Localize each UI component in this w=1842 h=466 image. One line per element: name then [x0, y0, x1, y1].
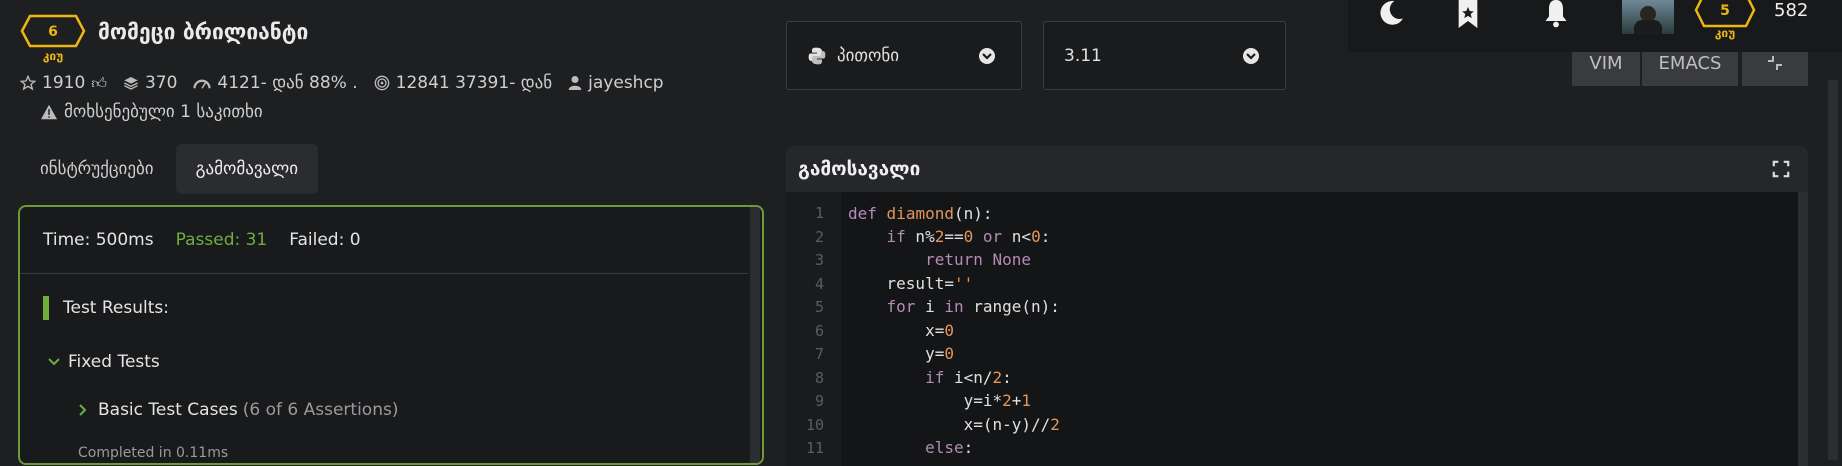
attempts-stat[interactable]: 12841 37391- დან — [374, 73, 553, 93]
author-name: jayeshcp — [588, 73, 664, 93]
completed-label: Completed in 0.11ms — [78, 445, 229, 461]
layers-icon — [123, 77, 138, 90]
version-value: 3.11 — [1064, 45, 1102, 66]
completed-count: 4121- დან 88% . — [217, 73, 358, 93]
bell-icon[interactable] — [1541, 0, 1571, 28]
failed-label: Failed: 0 — [289, 230, 361, 250]
user-rank-badge[interactable]: 5 კიუ — [1694, 0, 1756, 40]
language-select[interactable]: პითონი — [786, 21, 1022, 90]
code-line: def diamond(n): — [848, 204, 993, 223]
basic-test-cases-label: Basic Test Cases — [98, 400, 238, 420]
issues-link[interactable]: მოხსენებული 1 საკითხი — [40, 102, 263, 122]
tab-output[interactable]: გამომავალი — [175, 144, 319, 194]
kata-rank-label: კიუ — [42, 49, 64, 63]
test-results-panel: Time: 500ms Passed: 31 Failed: 0 Test Re… — [18, 205, 764, 465]
output-panel: გამოსავალი 1 2 3 4 5 6 7 8 9 10 11 def d… — [786, 146, 1808, 466]
results-scrollbar[interactable] — [750, 207, 760, 463]
code-line: if n%2==0 or n<0: — [886, 227, 1051, 246]
code-line: if i<n/2: — [925, 368, 1012, 387]
gauge-icon — [193, 79, 212, 89]
version-select[interactable]: 3.11 — [1043, 21, 1286, 90]
tab-instructions[interactable]: ინსტრუქციები — [20, 144, 174, 194]
target-icon — [374, 75, 389, 91]
line-number: 5 — [814, 298, 824, 316]
language-value: პითონი — [837, 45, 900, 66]
code-line: else: — [925, 438, 974, 457]
chevron-down-icon — [979, 48, 995, 64]
line-number: 6 — [814, 322, 824, 340]
line-number: 11 — [805, 439, 824, 457]
kata-rank-number: 6 — [48, 24, 58, 40]
code-line: x=(n-y)//2 — [848, 415, 1060, 434]
chevron-right-icon — [79, 404, 87, 416]
code-line: result='' — [848, 274, 974, 293]
code-line: y=0 — [848, 344, 954, 363]
results-heading-bar — [43, 296, 49, 320]
basic-test-cases[interactable]: Basic Test Cases (6 of 6 Assertions) — [78, 400, 398, 420]
basic-test-cases-detail: (6 of 6 Assertions) — [242, 400, 399, 420]
line-number: 8 — [814, 369, 824, 387]
completed-stat[interactable]: 4121- დან 88% . — [193, 73, 358, 93]
expand-icon[interactable] — [1772, 160, 1790, 178]
user-icon — [568, 76, 582, 90]
python-icon — [808, 47, 826, 64]
chevron-down-icon — [1243, 48, 1259, 64]
page-scrollbar[interactable] — [1828, 80, 1838, 460]
thumb-icon: 👍︎ — [91, 73, 107, 92]
user-rank-number: 5 — [1720, 3, 1730, 19]
collections-count: 370 — [144, 73, 178, 93]
stars-count: 1910 — [42, 73, 86, 93]
code-line: y=i*2+1 — [848, 391, 1032, 410]
code-line: for i in range(n): — [886, 297, 1060, 316]
user-topbar: 5 კიუ 582 — [1348, 0, 1842, 52]
kata-title: მომეცი ბრილიანტი — [98, 20, 309, 44]
passed-label: Passed: 31 — [175, 230, 268, 250]
bookmark-icon[interactable] — [1456, 0, 1480, 28]
fixed-tests-label: Fixed Tests — [68, 352, 160, 372]
collections-stat[interactable]: 370 — [123, 73, 177, 93]
honor-count[interactable]: 582 — [1774, 0, 1808, 21]
author-link[interactable]: jayeshcp — [568, 73, 664, 93]
line-number: 4 — [814, 275, 824, 293]
star-icon — [20, 75, 36, 91]
issues-text: მოხსენებული 1 საკითხი — [64, 102, 263, 122]
warning-icon — [41, 104, 57, 120]
fixed-tests-group[interactable]: Fixed Tests — [48, 352, 160, 372]
line-number: 1 — [814, 204, 824, 222]
line-number: 10 — [805, 416, 824, 434]
rank-hexagon-icon: 5 — [1694, 0, 1756, 28]
line-number: 2 — [814, 228, 824, 246]
results-heading: Test Results: — [63, 298, 169, 318]
line-number: 7 — [814, 345, 824, 363]
code-scrollbar[interactable] — [1798, 192, 1808, 466]
rank-hexagon-icon: 6 — [20, 14, 86, 48]
avatar[interactable] — [1622, 0, 1674, 34]
collapse-icon — [1768, 56, 1782, 70]
attempts-count: 12841 37391- დან — [395, 73, 553, 93]
moon-icon[interactable] — [1378, 0, 1404, 26]
code-line: x=0 — [848, 321, 954, 340]
chevron-down-icon — [48, 358, 60, 366]
time-label: Time: 500ms — [43, 230, 154, 250]
code-line: return None — [925, 250, 1032, 269]
line-number: 9 — [814, 392, 824, 410]
user-rank-label: კიუ — [1714, 26, 1736, 40]
line-number: 3 — [814, 251, 824, 269]
output-title: გამოსავალი — [798, 158, 921, 180]
stars-stat[interactable]: 1910 👍︎ — [20, 73, 107, 93]
kata-rank-badge: 6 კიუ — [20, 14, 86, 63]
code-editor[interactable]: 1 2 3 4 5 6 7 8 9 10 11 def diamond(n): … — [786, 192, 1808, 466]
